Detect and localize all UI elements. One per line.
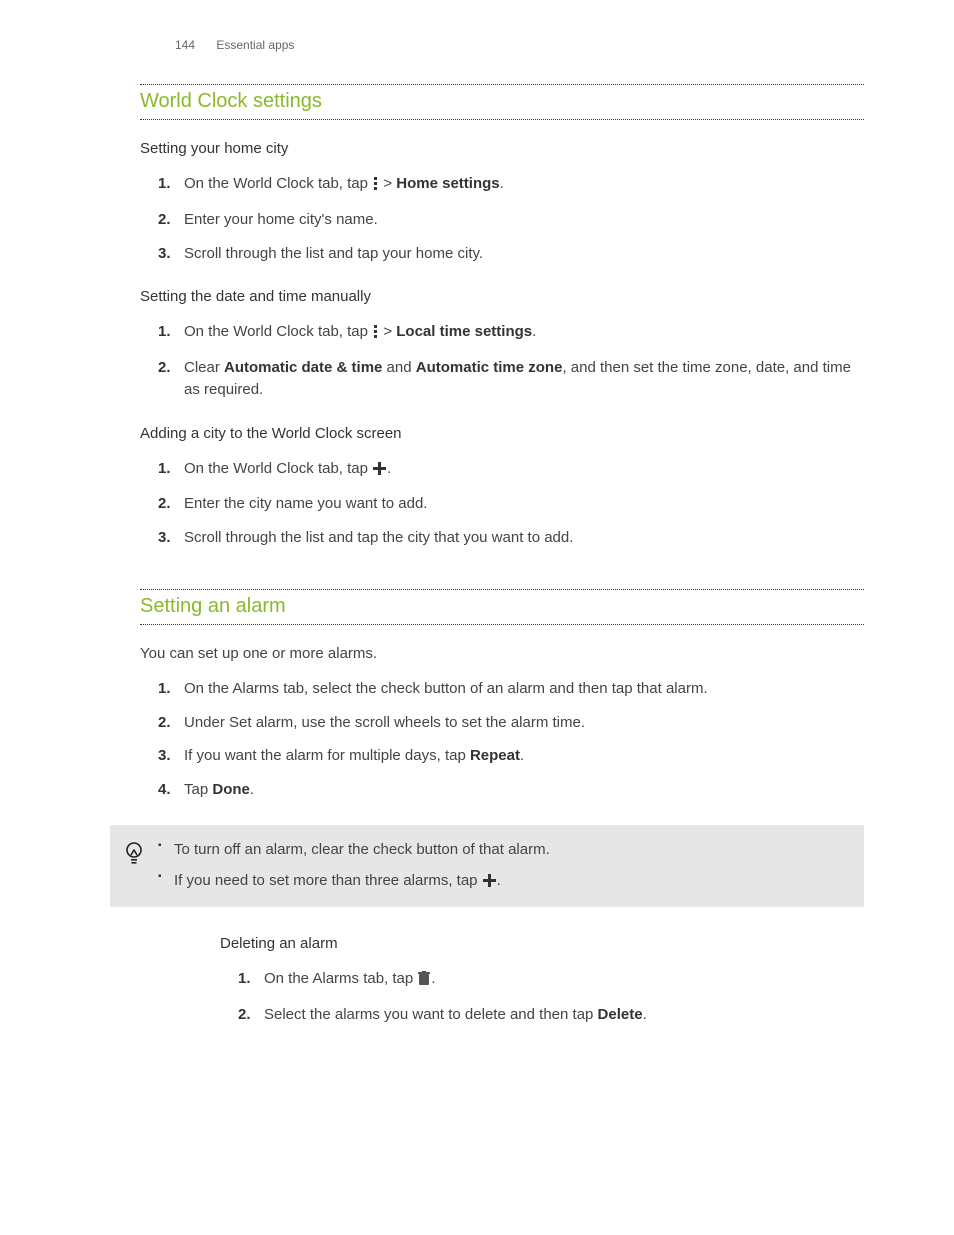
steps-date-time: On the World Clock tab, tap > Local time…	[140, 321, 864, 400]
tip-box: To turn off an alarm, clear the check bu…	[110, 825, 864, 907]
step-item: Scroll through the list and tap your hom…	[140, 243, 864, 265]
step-text: On the Alarms tab, select the check butt…	[184, 680, 708, 697]
steps-home-city: On the World Clock tab, tap > Home setti…	[140, 173, 864, 264]
step-text: .	[431, 970, 435, 987]
step-text: .	[643, 1006, 647, 1023]
step-text-bold: Automatic time zone	[416, 359, 563, 376]
step-text: Clear	[184, 359, 224, 376]
tip-text: .	[497, 872, 501, 889]
step-text: .	[500, 175, 504, 192]
step-text-bold: Local time settings	[396, 323, 532, 340]
step-item: Select the alarms you want to delete and…	[220, 1004, 864, 1026]
more-options-icon	[373, 323, 378, 345]
step-item: If you want the alarm for multiple days,…	[140, 745, 864, 767]
heading-world-clock-settings: World Clock settings	[140, 84, 864, 120]
lead-text: You can set up one or more alarms.	[140, 645, 864, 662]
step-text: >	[379, 175, 396, 192]
step-text: Scroll through the list and tap your hom…	[184, 245, 483, 262]
step-text: If you want the alarm for multiple days,…	[184, 747, 470, 764]
section-setting-alarm: Setting an alarm You can set up one or m…	[140, 589, 864, 1026]
tip-item: If you need to set more than three alarm…	[154, 870, 848, 893]
step-item: Enter the city name you want to add.	[140, 493, 864, 515]
step-item: Clear Automatic date & time and Automati…	[140, 357, 864, 401]
step-text: and	[382, 359, 415, 376]
step-text: Enter the city name you want to add.	[184, 495, 427, 512]
step-item: On the Alarms tab, tap .	[220, 968, 864, 992]
step-text: >	[379, 323, 396, 340]
step-text-bold: Done	[212, 781, 250, 798]
step-text-bold: Automatic date & time	[224, 359, 382, 376]
step-text: On the World Clock tab, tap	[184, 175, 372, 192]
document-page: 144 Essential apps World Clock settings …	[0, 0, 954, 1109]
step-text: On the World Clock tab, tap	[184, 460, 372, 477]
lightbulb-icon	[124, 852, 144, 869]
steps-delete-alarm: On the Alarms tab, tap . Select the alar…	[220, 968, 864, 1026]
step-item: On the World Clock tab, tap > Local time…	[140, 321, 864, 345]
step-item: Enter your home city's name.	[140, 209, 864, 231]
step-item: Under Set alarm, use the scroll wheels t…	[140, 712, 864, 734]
step-text: On the World Clock tab, tap	[184, 323, 372, 340]
step-text: .	[532, 323, 536, 340]
step-item: On the World Clock tab, tap .	[140, 458, 864, 482]
tip-content: To turn off an alarm, clear the check bu…	[154, 839, 848, 893]
subheading-adding-city: Adding a city to the World Clock screen	[140, 425, 864, 442]
trash-icon	[418, 970, 430, 992]
step-text: .	[250, 781, 254, 798]
step-text: .	[387, 460, 391, 477]
deleting-alarm-block: Deleting an alarm On the Alarms tab, tap…	[220, 935, 864, 1026]
steps-set-alarm: On the Alarms tab, select the check butt…	[140, 678, 864, 801]
tip-text: If you need to set more than three alarm…	[174, 872, 482, 889]
plus-icon	[373, 460, 386, 482]
step-text: On the Alarms tab, tap	[264, 970, 417, 987]
step-text-bold: Repeat	[470, 747, 520, 764]
step-text: .	[520, 747, 524, 764]
more-options-icon	[373, 175, 378, 197]
step-text-bold: Delete	[598, 1006, 643, 1023]
steps-add-city: On the World Clock tab, tap . Enter the …	[140, 458, 864, 549]
tip-item: To turn off an alarm, clear the check bu…	[154, 839, 848, 860]
subheading-setting-home-city: Setting your home city	[140, 140, 864, 157]
step-item: Tap Done.	[140, 779, 864, 801]
step-text: Enter your home city's name.	[184, 211, 378, 228]
plus-icon	[483, 872, 496, 893]
heading-setting-alarm: Setting an alarm	[140, 589, 864, 625]
step-text: Scroll through the list and tap the city…	[184, 529, 573, 546]
subheading-setting-date-time: Setting the date and time manually	[140, 288, 864, 305]
step-item: On the World Clock tab, tap > Home setti…	[140, 173, 864, 197]
step-item: On the Alarms tab, select the check butt…	[140, 678, 864, 700]
tip-text: To turn off an alarm, clear the check bu…	[174, 841, 550, 858]
page-header: 144 Essential apps	[175, 38, 864, 52]
step-item: Scroll through the list and tap the city…	[140, 527, 864, 549]
header-section-name: Essential apps	[216, 38, 294, 52]
step-text-bold: Home settings	[396, 175, 499, 192]
tip-icon-column	[124, 839, 154, 870]
step-text: Tap	[184, 781, 212, 798]
step-text: Under Set alarm, use the scroll wheels t…	[184, 714, 585, 731]
subheading-deleting-alarm: Deleting an alarm	[220, 935, 864, 952]
page-number: 144	[175, 38, 195, 52]
step-text: Select the alarms you want to delete and…	[264, 1006, 598, 1023]
